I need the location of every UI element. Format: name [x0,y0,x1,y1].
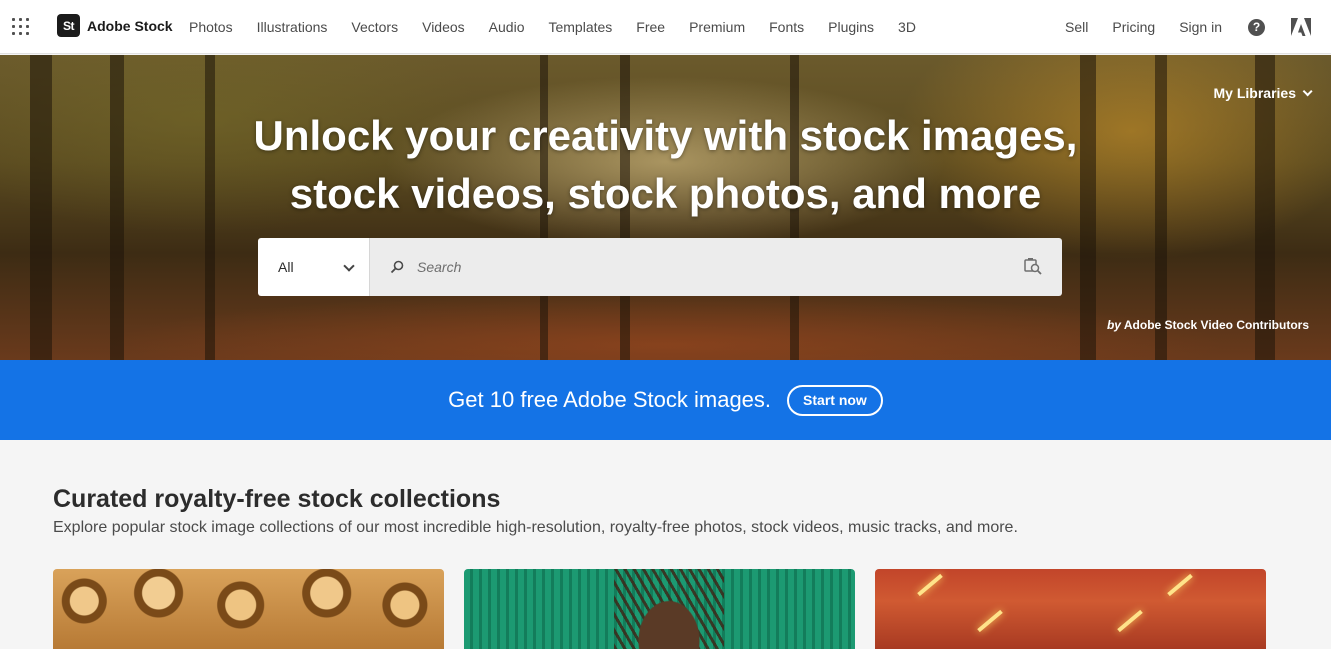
nav-templates[interactable]: Templates [548,19,612,35]
collections-title: Curated royalty-free stock collections [53,485,501,513]
promo-text: Get 10 free Adobe Stock images. [448,387,772,412]
nav-videos[interactable]: Videos [422,19,465,35]
ceiling-light [1167,573,1193,597]
ceiling-light [977,609,1003,633]
collections-subtitle: Explore popular stock image collections … [53,519,1018,536]
visual-search-icon[interactable] [1024,257,1042,275]
nav-illustrations[interactable]: Illustrations [257,19,328,35]
nav-sell[interactable]: Sell [1065,19,1088,35]
credit-by: by [1106,318,1121,332]
my-libraries-button[interactable]: My Libraries [1213,85,1313,101]
nav-premium[interactable]: Premium [689,19,745,35]
nav-pricing[interactable]: Pricing [1112,19,1155,35]
image-credit: by Adobe Stock Video Contributors [1107,318,1309,332]
nav-audio[interactable]: Audio [489,19,525,35]
collection-card-pasta[interactable] [53,569,444,649]
hero-banner: My Libraries Unlock your creativity with… [0,55,1331,360]
stock-logo-mark: St [57,14,80,37]
collection-card-portrait[interactable] [464,569,855,649]
search-input[interactable] [370,238,1062,296]
account-nav: Sell Pricing Sign in ? [1041,0,1311,54]
apps-grid-icon[interactable] [12,18,29,35]
search-icon [390,260,404,274]
nav-vectors[interactable]: Vectors [351,19,398,35]
ceiling-light [1117,609,1143,633]
promo-banner: Get 10 free Adobe Stock images. Start no… [0,360,1331,440]
nav-3d[interactable]: 3D [898,19,916,35]
chevron-down-icon [1302,85,1313,96]
top-navigation: St Adobe Stock Photos Illustrations Vect… [0,0,1331,54]
chevron-down-icon [343,260,355,272]
nav-plugins[interactable]: Plugins [828,19,874,35]
nav-sign-in[interactable]: Sign in [1179,19,1222,35]
hero-title-line-2: stock videos, stock photos, and more [289,170,1042,217]
search-category-value: All [278,259,294,275]
brand-name: Adobe Stock [87,17,173,34]
collection-card-figure [614,569,724,649]
my-libraries-label: My Libraries [1213,85,1296,101]
adobe-logo-icon[interactable] [1291,18,1311,36]
ceiling-light [917,573,943,597]
hero-title: Unlock your creativity with stock images… [0,107,1331,223]
search-category-select[interactable]: All [258,238,370,296]
adobe-stock-logo[interactable]: St Adobe Stock [57,14,173,37]
nav-free[interactable]: Free [636,19,665,35]
main-nav: Photos Illustrations Vectors Videos Audi… [189,0,940,54]
credit-name[interactable]: Adobe Stock Video Contributors [1124,318,1309,332]
nav-photos[interactable]: Photos [189,19,233,35]
search-bar: All [258,238,1062,296]
collection-card-interior[interactable] [875,569,1266,649]
nav-fonts[interactable]: Fonts [769,19,804,35]
start-now-button[interactable]: Start now [787,384,883,416]
help-icon[interactable]: ? [1248,18,1265,36]
hero-title-line-1: Unlock your creativity with stock images… [253,112,1078,159]
search-input-wrapper [370,238,1062,296]
